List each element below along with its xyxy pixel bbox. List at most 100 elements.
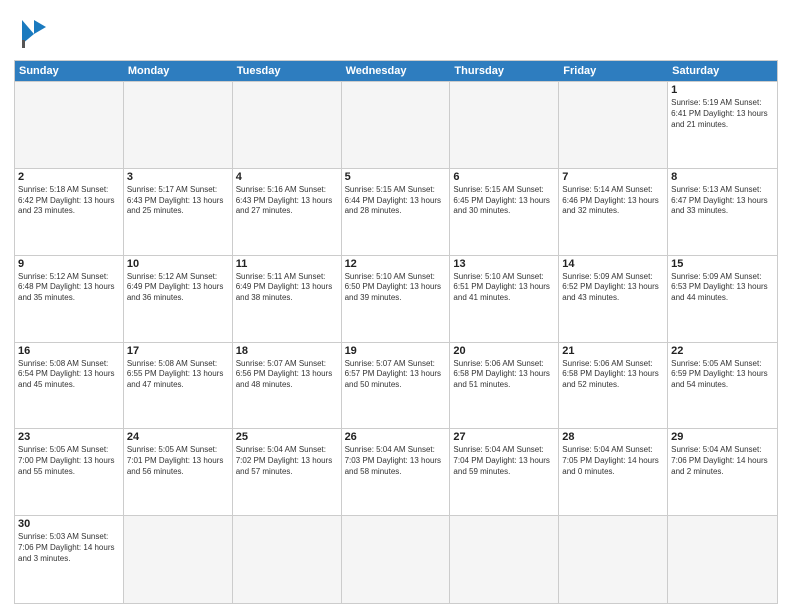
- cell-day-5: 5Sunrise: 5:15 AM Sunset: 6:44 PM Daylig…: [342, 169, 451, 256]
- cell-day-20: 20 Sunrise: 5:06 AM Sunset: 6:58 PM Dayli…: [450, 343, 559, 430]
- cell-empty: [233, 516, 342, 603]
- cell-info: Sunrise: 5:17 AM Sunset: 6:43 PM Dayligh…: [127, 185, 229, 217]
- cell-day-11: 11Sunrise: 5:11 AM Sunset: 6:49 PM Dayli…: [233, 256, 342, 343]
- date-number: 22: [671, 345, 774, 357]
- cell-empty: [668, 516, 777, 603]
- calendar: SundayMondayTuesdayWednesdayThursdayFrid…: [14, 60, 778, 604]
- day-header-saturday: Saturday: [668, 61, 777, 81]
- page: SundayMondayTuesdayWednesdayThursdayFrid…: [0, 0, 792, 612]
- cell-info: Sunrise: 5:09 AM Sunset: 6:53 PM Dayligh…: [671, 272, 774, 304]
- cell-empty: [559, 516, 668, 603]
- cell-day-21: 21 Sunrise: 5:06 AM Sunset: 6:58 PM Dayli…: [559, 343, 668, 430]
- cell-day-27: 27Sunrise: 5:04 AM Sunset: 7:04 PM Dayli…: [450, 429, 559, 516]
- date-number: 19: [345, 345, 447, 357]
- cell-day-12: 12Sunrise: 5:10 AM Sunset: 6:50 PM Dayli…: [342, 256, 451, 343]
- cell-day-4: 4 Sunrise: 5:16 AM Sunset: 6:43 PM Daylig…: [233, 169, 342, 256]
- cell-empty: [124, 516, 233, 603]
- date-number: 16: [18, 345, 120, 357]
- cell-info: Sunrise: 5:05 AM Sunset: 7:00 PM Dayligh…: [18, 445, 120, 477]
- day-header-friday: Friday: [559, 61, 668, 81]
- cell-info: Sunrise: 5:10 AM Sunset: 6:51 PM Dayligh…: [453, 272, 555, 304]
- date-number: 6: [453, 171, 555, 183]
- date-number: 12: [345, 258, 447, 270]
- cell-info: Sunrise: 5:04 AM Sunset: 7:03 PM Dayligh…: [345, 445, 447, 477]
- date-number: 14: [562, 258, 664, 270]
- cell-info: Sunrise: 5:12 AM Sunset: 6:48 PM Dayligh…: [18, 272, 120, 304]
- cell-empty: [342, 516, 451, 603]
- cell-info: Sunrise: 5:08 AM Sunset: 6:55 PM Dayligh…: [127, 359, 229, 391]
- cell-info: Sunrise: 5:05 AM Sunset: 7:01 PM Dayligh…: [127, 445, 229, 477]
- cell-day-15: 15 Sunrise: 5:09 AM Sunset: 6:53 PM Dayli…: [668, 256, 777, 343]
- logo-area: [14, 10, 62, 54]
- cell-empty: [233, 82, 342, 169]
- cell-info: Sunrise: 5:07 AM Sunset: 6:56 PM Dayligh…: [236, 359, 338, 391]
- logo-icon: [14, 10, 58, 54]
- date-number: 4: [236, 171, 338, 183]
- day-header-wednesday: Wednesday: [342, 61, 451, 81]
- cell-day-18: 18 Sunrise: 5:07 AM Sunset: 6:56 PM Dayli…: [233, 343, 342, 430]
- cell-day-13: 13Sunrise: 5:10 AM Sunset: 6:51 PM Dayli…: [450, 256, 559, 343]
- cell-info: Sunrise: 5:06 AM Sunset: 6:58 PM Dayligh…: [453, 359, 555, 391]
- cell-info: Sunrise: 5:11 AM Sunset: 6:49 PM Dayligh…: [236, 272, 338, 304]
- cell-info: Sunrise: 5:19 AM Sunset: 6:41 PM Dayligh…: [671, 98, 774, 130]
- cell-empty: [450, 82, 559, 169]
- date-number: 23: [18, 431, 120, 443]
- cell-info: Sunrise: 5:12 AM Sunset: 6:49 PM Dayligh…: [127, 272, 229, 304]
- cell-day-3: 3 Sunrise: 5:17 AM Sunset: 6:43 PM Daylig…: [124, 169, 233, 256]
- day-header-sunday: Sunday: [15, 61, 124, 81]
- date-number: 29: [671, 431, 774, 443]
- cell-info: Sunrise: 5:16 AM Sunset: 6:43 PM Dayligh…: [236, 185, 338, 217]
- cell-info: Sunrise: 5:15 AM Sunset: 6:45 PM Dayligh…: [453, 185, 555, 217]
- cell-info: Sunrise: 5:04 AM Sunset: 7:06 PM Dayligh…: [671, 445, 774, 477]
- cell-empty: [342, 82, 451, 169]
- cell-info: Sunrise: 5:13 AM Sunset: 6:47 PM Dayligh…: [671, 185, 774, 217]
- cell-empty: [15, 82, 124, 169]
- date-number: 9: [18, 258, 120, 270]
- day-header-thursday: Thursday: [450, 61, 559, 81]
- date-number: 20: [453, 345, 555, 357]
- cell-info: Sunrise: 5:15 AM Sunset: 6:44 PM Dayligh…: [345, 185, 447, 217]
- cell-day-16: 16 Sunrise: 5:08 AM Sunset: 6:54 PM Dayli…: [15, 343, 124, 430]
- day-header-tuesday: Tuesday: [233, 61, 342, 81]
- cell-day-8: 8 Sunrise: 5:13 AM Sunset: 6:47 PM Daylig…: [668, 169, 777, 256]
- header: [14, 10, 778, 54]
- date-number: 28: [562, 431, 664, 443]
- cell-empty: [559, 82, 668, 169]
- date-number: 21: [562, 345, 664, 357]
- date-number: 15: [671, 258, 774, 270]
- cell-info: Sunrise: 5:03 AM Sunset: 7:06 PM Dayligh…: [18, 532, 120, 564]
- date-number: 1: [671, 84, 774, 96]
- date-number: 2: [18, 171, 120, 183]
- cell-day-28: 28 Sunrise: 5:04 AM Sunset: 7:05 PM Dayli…: [559, 429, 668, 516]
- date-number: 27: [453, 431, 555, 443]
- cell-day-29: 29 Sunrise: 5:04 AM Sunset: 7:06 PM Dayli…: [668, 429, 777, 516]
- cell-info: Sunrise: 5:18 AM Sunset: 6:42 PM Dayligh…: [18, 185, 120, 217]
- cell-day-6: 6 Sunrise: 5:15 AM Sunset: 6:45 PM Daylig…: [450, 169, 559, 256]
- day-headers: SundayMondayTuesdayWednesdayThursdayFrid…: [15, 61, 777, 81]
- date-number: 17: [127, 345, 229, 357]
- cell-info: Sunrise: 5:14 AM Sunset: 6:46 PM Dayligh…: [562, 185, 664, 217]
- cell-day-25: 25Sunrise: 5:04 AM Sunset: 7:02 PM Dayli…: [233, 429, 342, 516]
- cell-day-2: 2 Sunrise: 5:18 AM Sunset: 6:42 PM Daylig…: [15, 169, 124, 256]
- cell-day-30: 30 Sunrise: 5:03 AM Sunset: 7:06 PM Dayli…: [15, 516, 124, 603]
- date-number: 3: [127, 171, 229, 183]
- date-number: 10: [127, 258, 229, 270]
- cell-info: Sunrise: 5:09 AM Sunset: 6:52 PM Dayligh…: [562, 272, 664, 304]
- cell-day-9: 9 Sunrise: 5:12 AM Sunset: 6:48 PM Daylig…: [15, 256, 124, 343]
- cell-info: Sunrise: 5:04 AM Sunset: 7:02 PM Dayligh…: [236, 445, 338, 477]
- cell-day-19: 19Sunrise: 5:07 AM Sunset: 6:57 PM Dayli…: [342, 343, 451, 430]
- cell-day-26: 26Sunrise: 5:04 AM Sunset: 7:03 PM Dayli…: [342, 429, 451, 516]
- cell-day-17: 17 Sunrise: 5:08 AM Sunset: 6:55 PM Dayli…: [124, 343, 233, 430]
- cell-day-1: 1 Sunrise: 5:19 AM Sunset: 6:41 PM Daylig…: [668, 82, 777, 169]
- cell-empty: [450, 516, 559, 603]
- date-number: 18: [236, 345, 338, 357]
- date-number: 8: [671, 171, 774, 183]
- cell-info: Sunrise: 5:08 AM Sunset: 6:54 PM Dayligh…: [18, 359, 120, 391]
- date-number: 7: [562, 171, 664, 183]
- cell-day-24: 24Sunrise: 5:05 AM Sunset: 7:01 PM Dayli…: [124, 429, 233, 516]
- cell-day-23: 23 Sunrise: 5:05 AM Sunset: 7:00 PM Dayli…: [15, 429, 124, 516]
- cell-day-7: 7 Sunrise: 5:14 AM Sunset: 6:46 PM Daylig…: [559, 169, 668, 256]
- cell-info: Sunrise: 5:06 AM Sunset: 6:58 PM Dayligh…: [562, 359, 664, 391]
- cell-info: Sunrise: 5:04 AM Sunset: 7:05 PM Dayligh…: [562, 445, 664, 477]
- date-number: 30: [18, 518, 120, 530]
